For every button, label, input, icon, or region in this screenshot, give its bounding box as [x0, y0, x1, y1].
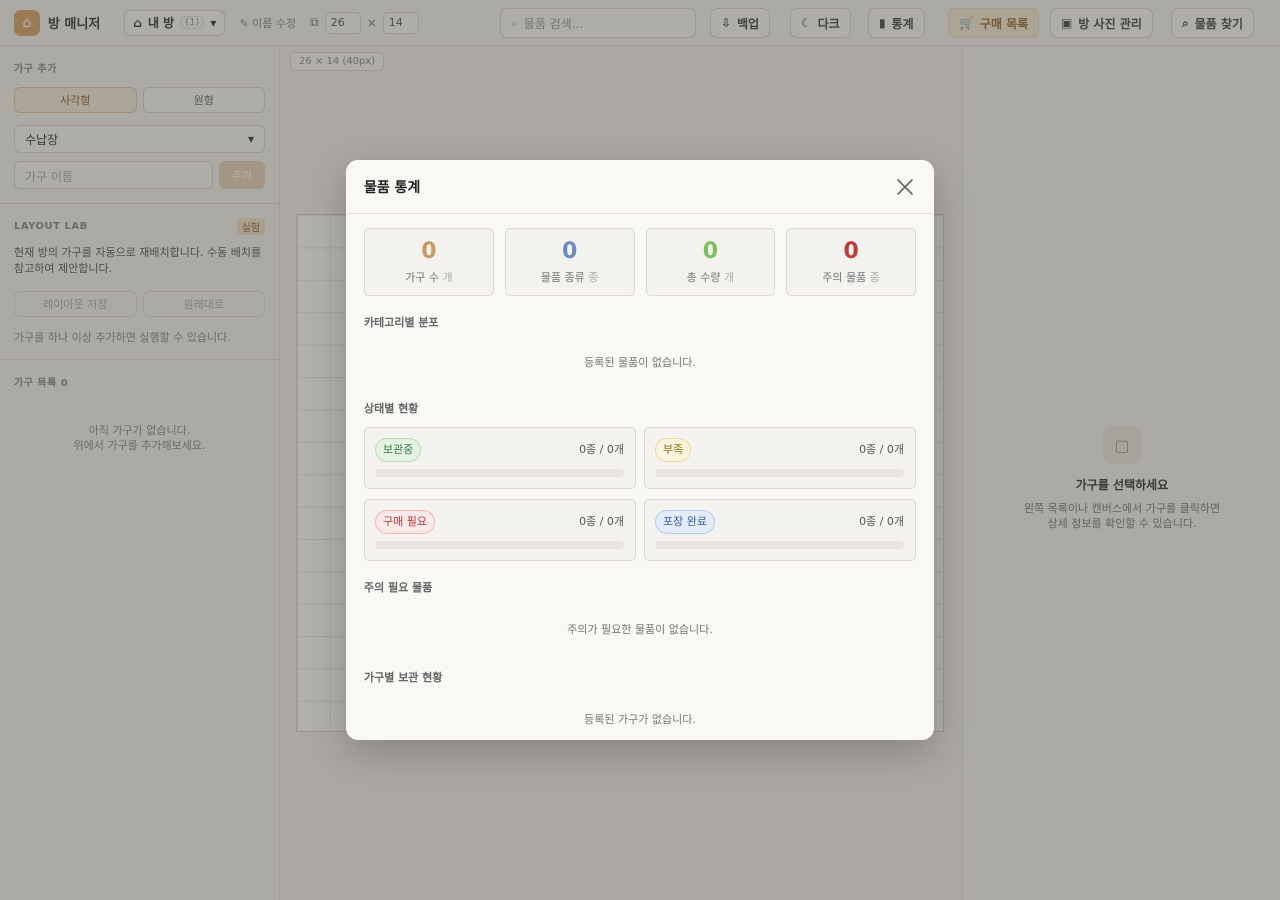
stat-value: 0: [561, 238, 578, 264]
status-badge: 부족: [655, 438, 692, 462]
status-progress-bar: [655, 469, 904, 477]
status-progress-bar: [375, 469, 624, 477]
status-badge: 보관중: [375, 438, 422, 462]
stats-summary: 0 가구 수 개 0 물품 종류 종 0 총 수량 개 0 주의 물품 종: [364, 228, 916, 296]
furniture-storage-empty-message: 등록된 가구가 없습니다.: [584, 713, 696, 726]
status-count: 0종 / 0개: [579, 515, 624, 528]
status-progress-bar: [655, 541, 904, 549]
close-icon: [897, 178, 913, 195]
stat-furniture-count: 0 가구 수 개: [364, 228, 494, 296]
stat-label: 주의 물품 종: [822, 270, 880, 284]
status-card-low: 부족 0종 / 0개: [644, 427, 916, 489]
furniture-storage-section-title: 가구별 보관 현황: [364, 671, 443, 684]
status-section-title: 상태별 현황: [364, 402, 419, 415]
stats-modal: 물품 통계 0 가구 수 개 0 물품 종류 종 0 총 수량 개 0 주의 물…: [346, 160, 934, 740]
stat-value: 0: [421, 238, 437, 264]
category-empty-message: 등록된 물품이 없습니다.: [584, 356, 696, 369]
status-grid: 보관중 0종 / 0개 부족 0종 / 0개 구매 필요 0종 / 0개 포장 …: [364, 427, 916, 561]
stat-value: 0: [702, 238, 719, 264]
stat-label: 가구 수 개: [405, 270, 453, 284]
modal-title: 물품 통계: [364, 179, 421, 196]
status-card-stored: 보관중 0종 / 0개: [364, 427, 636, 489]
status-progress-bar: [375, 541, 624, 549]
close-button[interactable]: [894, 176, 916, 198]
status-badge: 구매 필요: [375, 510, 435, 534]
modal-body: 0 가구 수 개 0 물품 종류 종 0 총 수량 개 0 주의 물품 종 카테…: [346, 214, 934, 727]
category-section-title: 카테고리별 분포: [364, 316, 439, 329]
status-badge: 포장 완료: [655, 510, 715, 534]
status-count: 0종 / 0개: [859, 443, 904, 456]
stat-total-quantity: 0 총 수량 개: [645, 228, 776, 296]
status-count: 0종 / 0개: [859, 515, 904, 528]
modal-header: 물품 통계: [346, 160, 934, 214]
attention-section-title: 주의 필요 물품: [364, 581, 433, 594]
attention-empty-message: 주의가 필요한 물품이 없습니다.: [567, 623, 713, 636]
stat-value: 0: [843, 238, 859, 264]
status-card-need-purchase: 구매 필요 0종 / 0개: [364, 499, 636, 561]
stat-label: 물품 종류 종: [540, 270, 599, 284]
stat-item-types: 0 물품 종류 종: [504, 228, 635, 296]
stat-attention-items: 0 주의 물품 종: [786, 228, 916, 296]
status-card-packed: 포장 완료 0종 / 0개: [644, 499, 916, 561]
status-count: 0종 / 0개: [579, 443, 624, 456]
stat-label: 총 수량 개: [686, 270, 735, 284]
